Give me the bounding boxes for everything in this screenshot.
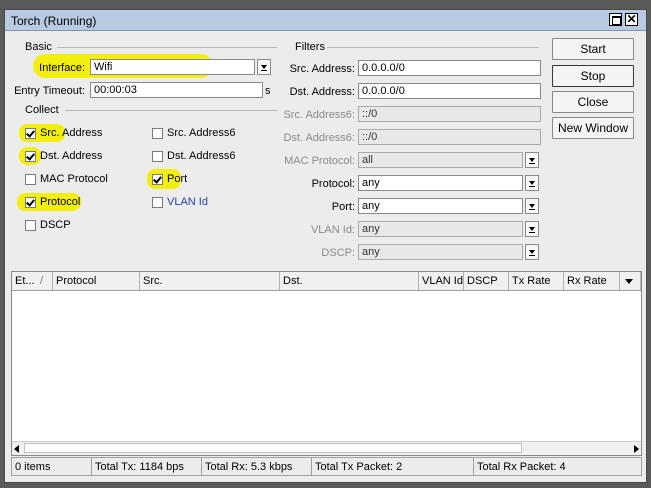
vlan-id-filter-label: VLAN Id: [310, 224, 355, 236]
protocol-label: Protocol [40, 196, 81, 208]
status-total-tx: Total Tx: 1184 bps [91, 457, 201, 476]
window-title: Torch (Running) [11, 14, 97, 28]
port-dropdown-icon[interactable] [525, 198, 539, 214]
src-address-filter-field[interactable]: 0.0.0.0/0 [358, 60, 541, 76]
src-address6-label: Src. Address6 [167, 127, 236, 139]
col-src[interactable]: Src. [140, 272, 280, 290]
title-bar[interactable]: Torch (Running) ✕ [5, 10, 646, 31]
vlan-id-label: VLAN Id [167, 196, 208, 208]
status-total-rx: Total Rx: 5.3 kbps [201, 457, 311, 476]
dst-address-checkbox[interactable] [25, 151, 36, 162]
status-total-tx-packet: Total Tx Packet: 2 [311, 457, 473, 476]
mac-protocol-checkbox[interactable] [25, 174, 36, 185]
col-dst[interactable]: Dst. [280, 272, 419, 290]
entry-timeout-unit: s [265, 85, 271, 97]
new-window-button[interactable]: New Window [552, 117, 634, 139]
maximize-icon[interactable] [609, 13, 622, 26]
vlan-id-dropdown-icon[interactable] [525, 221, 539, 237]
col-dscp[interactable]: DSCP [464, 272, 509, 290]
basic-divider [57, 47, 277, 48]
chevron-down-icon [625, 279, 633, 284]
collect-divider [65, 110, 277, 111]
torch-table[interactable]: Et... / Protocol Src. Dst. VLAN Id DSCP T… [11, 271, 642, 456]
dst-address6-filter-field: ::/0 [358, 129, 541, 145]
col-eth[interactable]: Et... / [12, 272, 53, 290]
port-label: Port [167, 173, 188, 185]
dst-address-label: Dst. Address [40, 150, 103, 162]
dscp-label: DSCP [40, 219, 71, 231]
protocol-checkbox[interactable] [25, 197, 36, 208]
src-address6-checkbox[interactable] [152, 128, 163, 139]
scroll-left-icon[interactable] [14, 445, 19, 453]
protocol-filter-label: Protocol: [311, 178, 355, 190]
stop-button[interactable]: Stop [552, 65, 634, 87]
interface-label: Interface: [39, 62, 85, 74]
col-tx-rate[interactable]: Tx Rate [509, 272, 564, 290]
port-filter-label: Port: [331, 201, 355, 213]
vlan-id-checkbox[interactable] [152, 197, 163, 208]
sort-icon: / [40, 275, 44, 287]
status-total-rx-packet: Total Rx Packet: 4 [473, 457, 642, 476]
dst-address-filter-label: Dst. Address: [289, 86, 355, 98]
mac-protocol-filter-label: MAC Protocol: [284, 155, 355, 167]
collect-group-label: Collect [25, 104, 59, 116]
protocol-dropdown-icon[interactable] [525, 175, 539, 191]
table-header: Et... / Protocol Src. Dst. VLAN Id DSCP T… [12, 272, 641, 291]
src-address6-filter-label: Src. Address6: [283, 109, 355, 121]
interface-select[interactable]: Wifi [90, 59, 255, 75]
dst-address-filter-field[interactable]: 0.0.0.0/0 [358, 83, 541, 99]
status-bar: 0 items Total Tx: 1184 bps Total Rx: 5.3… [11, 457, 642, 476]
entry-timeout-field[interactable]: 00:00:03 [90, 82, 263, 98]
dst-address6-filter-label: Dst. Address6: [283, 132, 355, 144]
dst-address6-label: Dst. Address6 [167, 150, 236, 162]
columns-menu[interactable] [620, 272, 641, 290]
dst-address6-checkbox[interactable] [152, 151, 163, 162]
interface-dropdown-icon[interactable] [257, 59, 271, 75]
mac-protocol-filter-field: all [358, 152, 523, 168]
protocol-filter-field[interactable]: any [358, 175, 523, 191]
torch-window: Torch (Running) ✕ Basic Interface: Wifi … [4, 9, 647, 483]
port-checkbox[interactable] [152, 174, 163, 185]
basic-group-label: Basic [25, 41, 52, 53]
dscp-checkbox[interactable] [25, 220, 36, 231]
status-items: 0 items [11, 457, 91, 476]
filters-divider [327, 47, 539, 48]
src-address-filter-label: Src. Address: [289, 63, 355, 75]
dscp-filter-label: DSCP: [321, 247, 355, 259]
src-address-checkbox[interactable] [25, 128, 36, 139]
close-button[interactable]: Close [552, 91, 634, 113]
port-filter-field[interactable]: any [358, 198, 523, 214]
scroll-right-icon[interactable] [634, 445, 639, 453]
src-address-label: Src. Address [40, 127, 103, 139]
col-vlan-id[interactable]: VLAN Id [419, 272, 464, 290]
filters-group-label: Filters [295, 41, 325, 53]
start-button[interactable]: Start [552, 38, 634, 60]
horizontal-scrollbar[interactable] [12, 441, 641, 455]
scrollbar-thumb[interactable] [24, 443, 522, 453]
dscp-dropdown-icon[interactable] [525, 244, 539, 260]
col-protocol[interactable]: Protocol [53, 272, 140, 290]
col-rx-rate[interactable]: Rx Rate [564, 272, 620, 290]
entry-timeout-label: Entry Timeout: [14, 85, 85, 97]
src-address6-filter-field: ::/0 [358, 106, 541, 122]
close-icon[interactable]: ✕ [625, 13, 638, 26]
mac-protocol-dropdown-icon[interactable] [525, 152, 539, 168]
vlan-id-filter-field: any [358, 221, 523, 237]
mac-protocol-label: MAC Protocol [40, 173, 108, 185]
dscp-filter-field: any [358, 244, 523, 260]
